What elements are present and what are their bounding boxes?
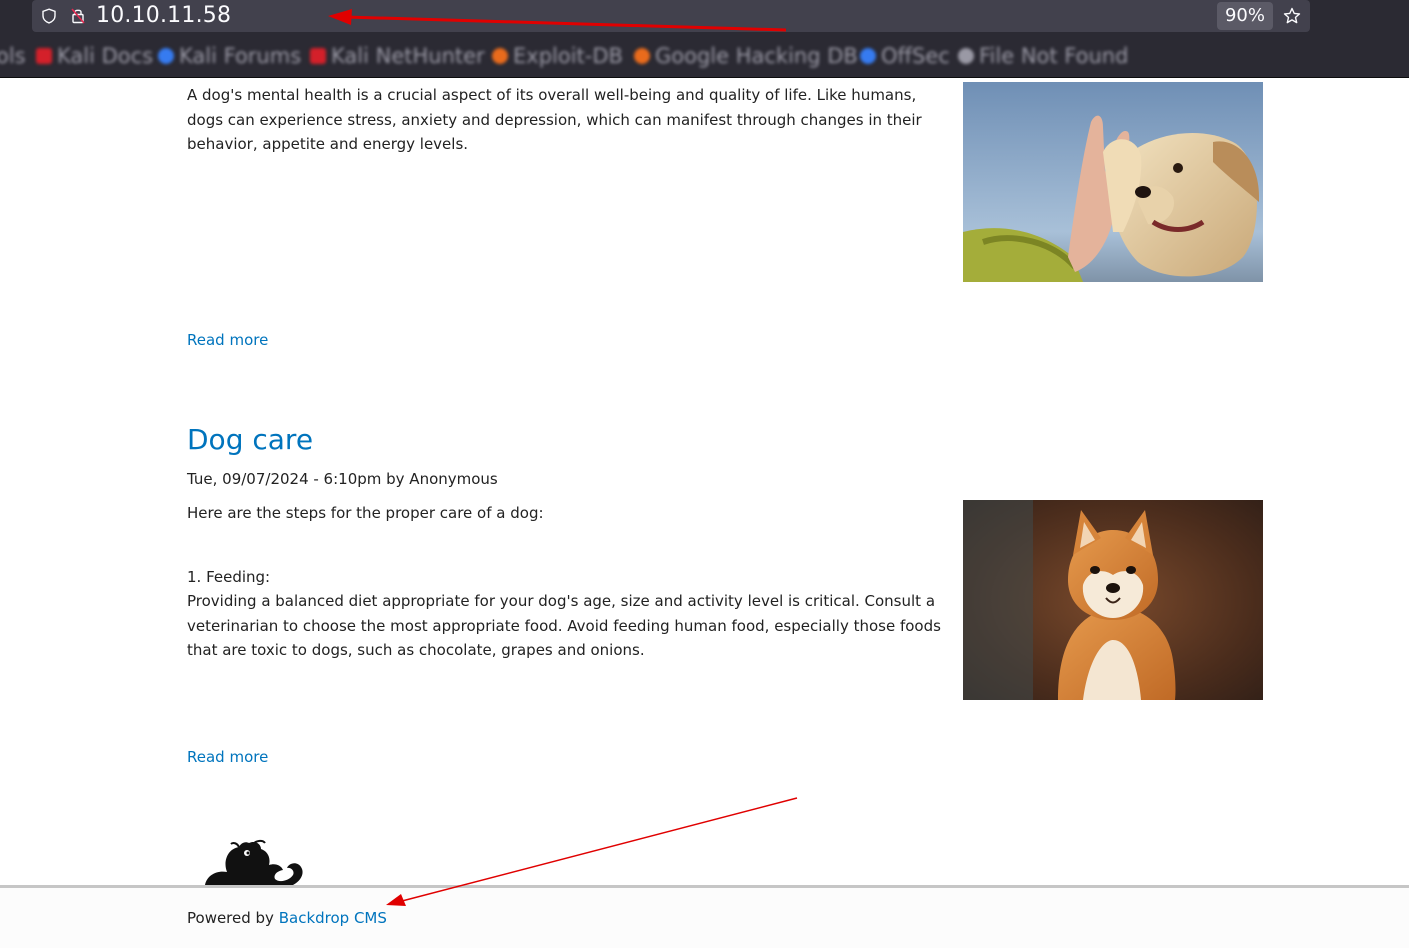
kali-forums-icon	[158, 48, 174, 64]
insecure-lock-icon[interactable]	[70, 7, 86, 24]
bookmark-item[interactable]: Kali Forums	[158, 44, 301, 68]
bookmark-item[interactable]: Kali Docs	[36, 44, 153, 68]
shiba-inu-photo	[963, 500, 1263, 700]
post-body: A dog's mental health is a crucial aspec…	[187, 86, 922, 153]
kali-docs-icon	[36, 48, 52, 64]
powered-by-text: Powered by Backdrop CMS	[187, 909, 387, 927]
browser-chrome: 10.10.11.58 90% ols Kali Docs Kali Forum…	[0, 0, 1409, 78]
zoom-level-button[interactable]: 90%	[1217, 2, 1273, 30]
post-step-heading: 1. Feeding:	[187, 568, 271, 586]
bookmarks-toolbar: ols Kali Docs Kali Forums Kali NetHunter…	[0, 40, 1409, 74]
post-intro: Here are the steps for the proper care o…	[187, 504, 544, 522]
address-bar[interactable]: 10.10.11.58 90%	[32, 0, 1310, 32]
post-step-body: Providing a balanced diet appropriate fo…	[187, 592, 941, 659]
read-more-link[interactable]: Read more	[187, 748, 268, 766]
post-meta: Tue, 09/07/2024 - 6:10pm by Anonymous	[187, 470, 498, 488]
bookmark-star-icon[interactable]	[1283, 7, 1301, 25]
kali-nethunter-icon	[310, 48, 326, 64]
globe-icon	[958, 48, 974, 64]
post-image-dog-high-five[interactable]	[963, 82, 1263, 282]
chrome-divider	[0, 77, 1409, 78]
powered-by-label: Powered by	[187, 909, 279, 927]
post-title-link[interactable]: Dog care	[187, 423, 313, 456]
dog-high-five-photo	[963, 82, 1263, 282]
offsec-icon	[860, 48, 876, 64]
bookmark-item[interactable]: OffSec	[860, 44, 950, 68]
post-image-shiba-inu[interactable]	[963, 500, 1263, 700]
exploit-db-icon	[492, 48, 508, 64]
tracking-protection-shield-icon[interactable]	[41, 8, 57, 24]
bookmark-item[interactable]: ols	[0, 44, 26, 68]
bookmark-item[interactable]: Exploit-DB	[492, 44, 623, 68]
url-text[interactable]: 10.10.11.58	[96, 3, 231, 28]
read-more-link[interactable]: Read more	[187, 331, 268, 349]
bookmark-item[interactable]: Kali NetHunter	[310, 44, 485, 68]
bookmark-item[interactable]: File Not Found	[958, 44, 1128, 68]
backdrop-cms-link[interactable]: Backdrop CMS	[279, 909, 387, 927]
bookmark-item[interactable]: Google Hacking DB	[634, 44, 858, 68]
google-hacking-db-icon	[634, 48, 650, 64]
